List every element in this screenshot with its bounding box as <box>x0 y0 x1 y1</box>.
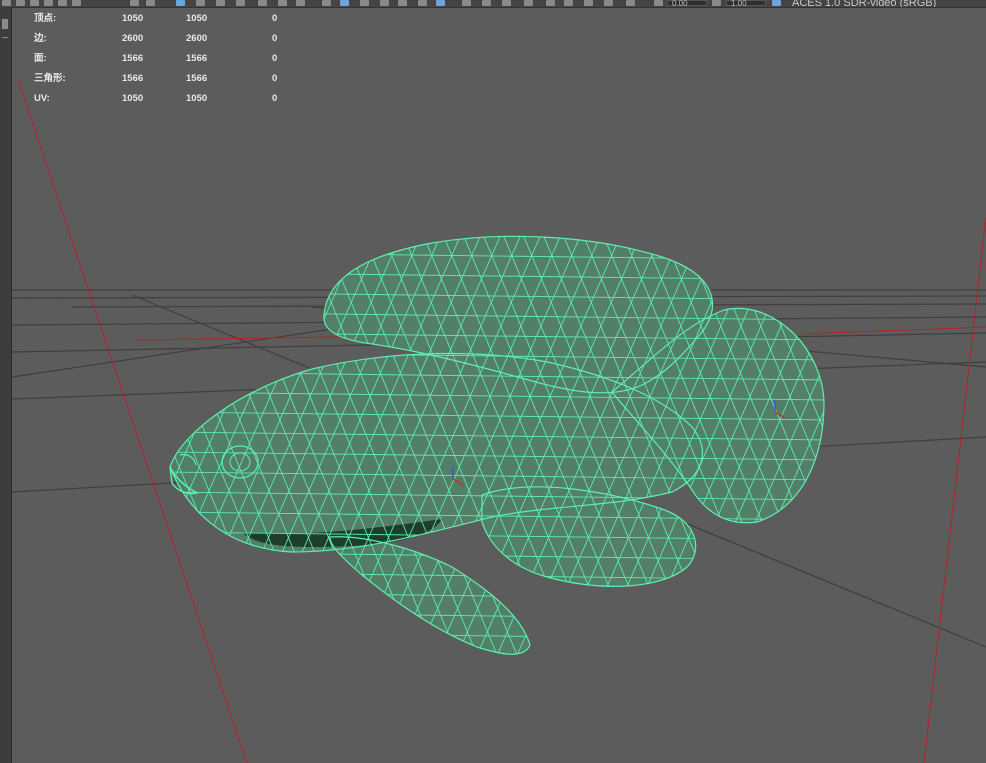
image-plane-icon[interactable] <box>72 0 81 6</box>
maya-viewport-window: 0.00 1.00 ACES 1.0 SDR-video (sRGB) 顶点: … <box>0 0 986 763</box>
hud-selected: 2600 <box>186 33 208 44</box>
wire-edge <box>801 236 824 655</box>
panel-icon[interactable] <box>584 0 593 6</box>
wire-edge <box>852 232 986 667</box>
hud-label: 顶点: <box>34 13 57 24</box>
resolution-gate-icon[interactable] <box>146 0 155 6</box>
tear-off-icon[interactable] <box>564 0 573 6</box>
snapshot-icon[interactable] <box>436 0 445 6</box>
antialias-icon[interactable] <box>398 0 407 6</box>
wire-edge <box>832 232 986 667</box>
wireframe-icon[interactable] <box>196 0 205 6</box>
hud-count: 1050 <box>122 13 144 24</box>
camera-icon[interactable] <box>44 0 53 6</box>
hud-count: 1566 <box>122 53 144 64</box>
frame-selected-icon[interactable] <box>626 0 635 6</box>
wire-edge <box>170 571 824 581</box>
wire-edge <box>821 236 824 655</box>
select-icon[interactable] <box>2 0 11 6</box>
wire-edge <box>170 651 824 655</box>
frame-all-icon[interactable] <box>604 0 613 6</box>
wire-edge <box>170 551 824 561</box>
viewport-scene[interactable] <box>12 7 986 763</box>
hud-count: 1566 <box>122 73 144 84</box>
wire-edge <box>912 232 986 667</box>
color-management-icon[interactable] <box>772 0 781 6</box>
gamma-field[interactable]: 1.00 <box>726 0 766 7</box>
search-camera-icon[interactable] <box>130 0 139 6</box>
hud-count: 1050 <box>122 93 144 104</box>
grid-toggle-icon[interactable] <box>176 0 185 6</box>
hud-icon[interactable] <box>462 0 471 6</box>
divider <box>2 37 8 38</box>
poly-count-hud: 顶点: 1050 1050 0 边: 2600 2600 0 面: 1566 1… <box>34 9 294 109</box>
textured-icon[interactable] <box>258 0 267 6</box>
bookmark-icon[interactable] <box>58 0 67 6</box>
collapse-handle-icon[interactable] <box>2 19 8 29</box>
wire-edge <box>932 232 986 667</box>
panel-layout-icon[interactable] <box>524 0 533 6</box>
wire-edge <box>872 232 986 667</box>
isolate-icon[interactable] <box>322 0 331 6</box>
xray-icon[interactable] <box>236 0 245 6</box>
wire-edge <box>12 232 42 667</box>
pointer-icon[interactable] <box>546 0 555 6</box>
exposure-icon[interactable] <box>654 0 663 6</box>
hud-row-uvs: UV: 1050 1050 0 <box>34 89 294 109</box>
wire-edge <box>791 236 824 655</box>
shaded-cube-icon[interactable] <box>340 0 349 6</box>
hud-selected: 1050 <box>186 13 208 24</box>
hud-row-vertices: 顶点: 1050 1050 0 <box>34 9 294 29</box>
hud-label: 面: <box>34 53 47 64</box>
bookmarks-icon[interactable] <box>502 0 511 6</box>
hud-selected: 1566 <box>186 53 208 64</box>
exposure-field[interactable]: 0.00 <box>667 0 707 7</box>
hud-row-triangles: 三角形: 1566 1566 0 <box>34 69 294 89</box>
hud-selected: 1050 <box>186 93 208 104</box>
hud-extra: 0 <box>272 13 278 24</box>
hud-label: 三角形: <box>34 73 66 84</box>
hud-label: 边: <box>34 33 47 44</box>
hud-extra: 0 <box>272 73 278 84</box>
depth-of-field-icon[interactable] <box>418 0 427 6</box>
shadows-icon[interactable] <box>296 0 305 6</box>
gamma-icon[interactable] <box>712 0 721 6</box>
hud-extra: 0 <box>272 33 278 44</box>
wire-edge <box>892 232 986 667</box>
hud-row-faces: 面: 1566 1566 0 <box>34 49 294 69</box>
ambient-occlusion-icon[interactable] <box>360 0 369 6</box>
wire-edge <box>12 232 62 667</box>
lasso-icon[interactable] <box>16 0 25 6</box>
hud-label: UV: <box>34 93 50 104</box>
motion-blur-icon[interactable] <box>380 0 389 6</box>
smooth-shade-icon[interactable] <box>216 0 225 6</box>
axis-line <box>923 216 986 763</box>
hud-row-edges: 边: 2600 2600 0 <box>34 29 294 49</box>
3d-viewport[interactable] <box>12 7 986 763</box>
toolbox-strip <box>0 7 12 763</box>
hud-selected: 1566 <box>186 73 208 84</box>
wire-edge <box>12 232 82 667</box>
playblast-icon[interactable] <box>482 0 491 6</box>
hud-extra: 0 <box>272 53 278 64</box>
hud-extra: 0 <box>272 93 278 104</box>
paint-icon[interactable] <box>30 0 39 6</box>
hud-count: 2600 <box>122 33 144 44</box>
lights-icon[interactable] <box>278 0 287 6</box>
